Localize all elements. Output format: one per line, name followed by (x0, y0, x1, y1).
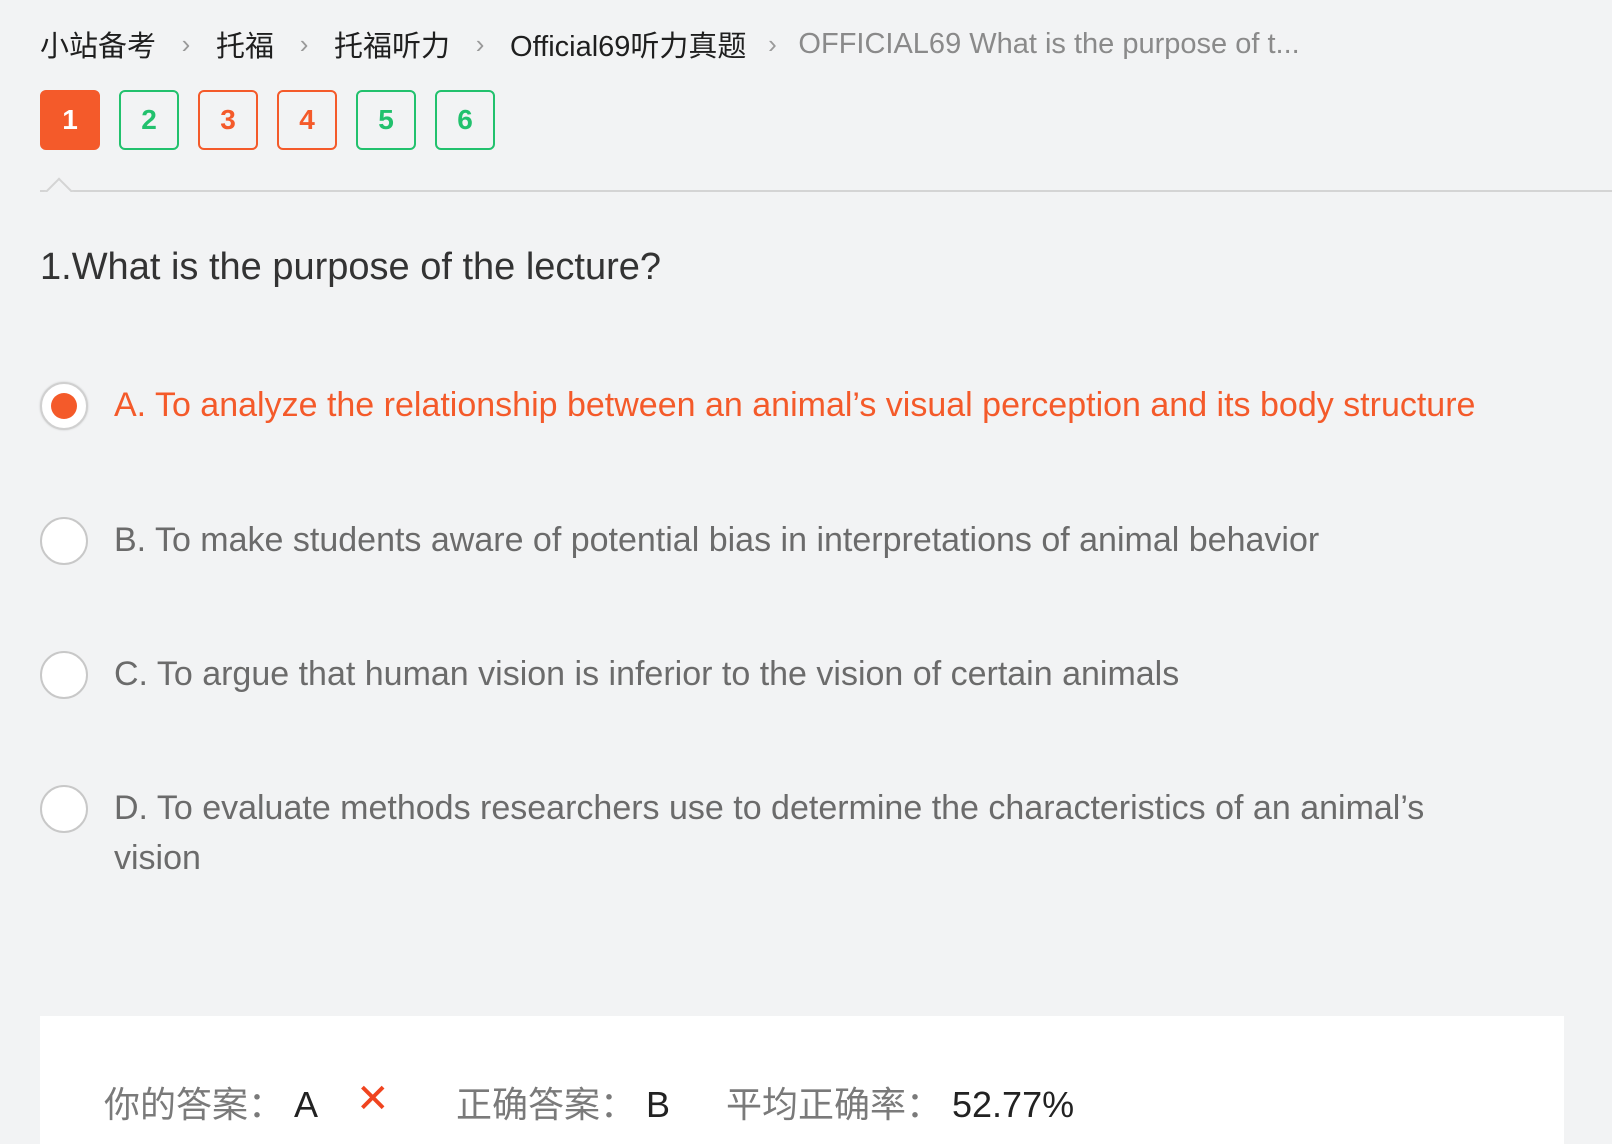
option-b-text: B. To make students aware of potential b… (114, 521, 1320, 559)
chevron-right-icon: › (181, 28, 191, 59)
question-nav-button-5[interactable]: 5 (356, 90, 416, 150)
question-nav-button-6[interactable]: 6 (435, 90, 495, 150)
option-d[interactable]: D. To evaluate methods researchers use t… (40, 785, 1480, 883)
chevron-right-icon: › (299, 28, 309, 59)
radio-button-checked[interactable] (40, 382, 88, 430)
option-c[interactable]: C. To argue that human vision is inferio… (40, 651, 1560, 699)
chevron-right-icon: › (768, 28, 777, 59)
option-c-text: C. To argue that human vision is inferio… (114, 655, 1180, 693)
radio-button[interactable] (40, 785, 88, 833)
average-accuracy-label: 平均正确率： (726, 1084, 943, 1125)
question-navigator: 1 2 3 4 5 6 (40, 90, 495, 150)
question-nav-button-1[interactable]: 1 (40, 90, 100, 150)
correct-answer-value: B (646, 1084, 671, 1125)
your-answer-value: A (294, 1084, 319, 1125)
question-nav-button-2[interactable]: 2 (119, 90, 179, 150)
question-text: 1.What is the purpose of the lecture? (40, 246, 662, 288)
breadcrumb-current: OFFICIAL69 What is the purpose of t... (798, 27, 1300, 60)
your-answer-label: 你的答案： (104, 1084, 285, 1125)
radio-button[interactable] (40, 651, 88, 699)
divider (40, 190, 1612, 192)
option-b[interactable]: B. To make students aware of potential b… (40, 517, 1560, 565)
breadcrumb-item-official69[interactable]: Official69听力真题 (510, 23, 746, 65)
active-indicator-caret (42, 176, 78, 192)
correct-answer-label: 正确答案： (456, 1084, 637, 1125)
breadcrumb: 小站备考 › 托福 › 托福听力 › Official69听力真题 › OFFI… (40, 22, 1300, 66)
chevron-right-icon: › (475, 28, 485, 59)
option-a[interactable]: A. To analyze the relationship between a… (40, 382, 1560, 430)
breadcrumb-item-xiaozhan[interactable]: 小站备考 (40, 23, 156, 65)
correct-answer: 正确答案： B (456, 1076, 670, 1128)
average-accuracy: 平均正确率： 52.77% (726, 1076, 1074, 1128)
option-d-text: D. To evaluate methods researchers use t… (114, 789, 1425, 877)
question-nav-button-3[interactable]: 3 (198, 90, 258, 150)
question-nav-button-4[interactable]: 4 (277, 90, 337, 150)
your-answer: 你的答案： A (104, 1076, 318, 1128)
breadcrumb-item-toefl[interactable]: 托福 (216, 23, 274, 65)
radio-button[interactable] (40, 517, 88, 565)
option-a-text: A. To analyze the relationship between a… (114, 386, 1476, 424)
result-panel: 你的答案： A ✕ 正确答案： B 平均正确率： 52.77% (40, 1016, 1564, 1144)
average-accuracy-value: 52.77% (952, 1084, 1075, 1125)
breadcrumb-item-toefl-listening[interactable]: 托福听力 (334, 23, 450, 65)
wrong-x-icon: ✕ (356, 1077, 390, 1121)
